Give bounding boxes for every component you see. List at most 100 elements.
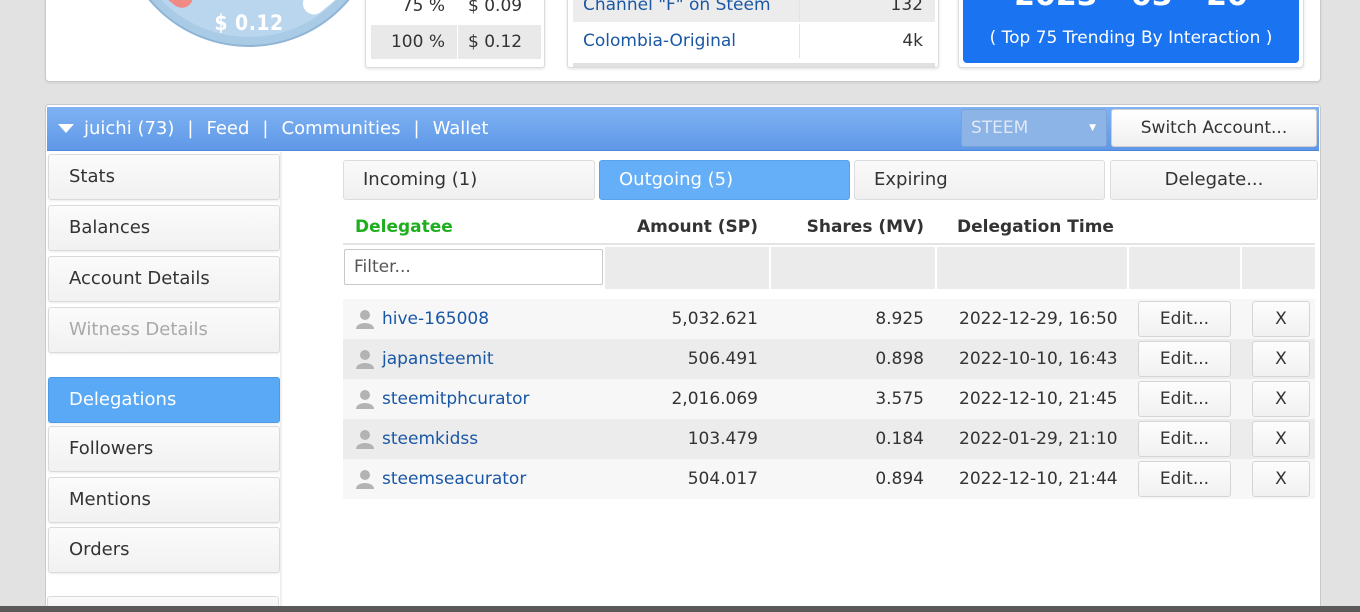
date-banner-inner[interactable]: 2023 - 03 - 20 ( Top 75 Trending By Inte… <box>963 0 1299 63</box>
edit-delegation-button[interactable]: Edit... <box>1138 421 1231 457</box>
delegation-amount: 506.491 <box>687 349 758 369</box>
nav-separator: | <box>187 118 194 139</box>
sidebar-item-orders[interactable]: Orders <box>48 527 280 573</box>
remove-delegation-button[interactable]: X <box>1252 381 1310 417</box>
sidebar-item-balances[interactable]: Balances <box>48 205 280 251</box>
table-row: hive-165008 5,032.621 8.925 2022-12-29, … <box>343 299 1315 339</box>
user-icon <box>356 390 374 409</box>
delegation-shares: 0.894 <box>875 469 924 489</box>
delegatee-link[interactable]: steemkidss <box>382 419 478 459</box>
user-icon <box>356 430 374 449</box>
table-row: steemkidss 103.479 0.184 2022-01-29, 21:… <box>343 419 1315 459</box>
filter-cell <box>1129 247 1240 289</box>
tab-expiring[interactable]: Expiring <box>854 160 1105 200</box>
date-banner-date: 2023 - 03 - 20 <box>963 0 1299 11</box>
sidebar-item-followers[interactable]: Followers <box>48 426 280 472</box>
bottom-edge <box>0 606 1360 612</box>
edit-delegation-button[interactable]: Edit... <box>1138 341 1231 377</box>
vote-amount: $ 0.09 <box>457 0 541 23</box>
communities-table: Channel "F" on Steem 132 Colombia-Origin… <box>567 0 939 68</box>
sidebar-item-stats[interactable]: Stats <box>48 154 280 200</box>
nav-separator: | <box>413 118 420 139</box>
column-header-shares[interactable]: Shares (MV) <box>769 209 935 243</box>
nav-communities[interactable]: Communities <box>282 118 401 139</box>
voting-value-gauge: $ 0.12 <box>118 0 380 47</box>
delegation-amount: 2,016.069 <box>671 389 758 409</box>
vote-amount: $ 0.12 <box>457 25 541 59</box>
switch-account-button[interactable]: Switch Account... <box>1111 109 1317 147</box>
column-header-amount[interactable]: Amount (SP) <box>605 209 769 243</box>
community-row: Channel "F" on Steem 132 <box>573 0 935 22</box>
sidebar-item-account-details[interactable]: Account Details <box>48 256 280 302</box>
delegatee-filter-input[interactable]: Filter... <box>344 249 603 285</box>
delegation-time: 2022-12-10, 21:45 <box>959 389 1118 409</box>
delegatee-link[interactable]: steemseacurator <box>382 459 526 499</box>
community-row: Colombia-Original 4k <box>573 24 935 58</box>
column-header-time[interactable]: Delegation Time <box>935 209 1127 243</box>
user-icon <box>356 470 374 489</box>
community-link[interactable]: Channel "F" on Steem <box>573 0 799 22</box>
chevron-down-icon: ▼ <box>1089 123 1096 133</box>
tab-outgoing[interactable]: Outgoing (5) <box>599 160 850 200</box>
vote-value-row: 75 % $ 0.09 <box>371 0 541 23</box>
remove-delegation-button[interactable]: X <box>1252 461 1310 497</box>
delegation-time: 2022-12-10, 21:44 <box>959 469 1118 489</box>
community-count: 132 <box>799 0 935 22</box>
currency-select[interactable]: STEEM ▼ <box>961 109 1107 147</box>
filter-cell <box>771 247 935 289</box>
edit-delegation-button[interactable]: Edit... <box>1138 301 1231 337</box>
table-row: steemseacurator 504.017 0.894 2022-12-10… <box>343 459 1315 499</box>
sidebar-item-witness-details: Witness Details <box>48 307 280 353</box>
table-row: japansteemit 506.491 0.898 2022-10-10, 1… <box>343 339 1315 379</box>
delegation-time: 2022-12-29, 16:50 <box>959 309 1118 329</box>
community-count: 4k <box>799 24 935 58</box>
currency-select-value: STEEM <box>971 118 1029 138</box>
tab-incoming[interactable]: Incoming (1) <box>343 160 595 200</box>
vote-percent: 75 % <box>401 0 445 16</box>
delegate-button[interactable]: Delegate... <box>1110 160 1318 200</box>
delegation-amount: 103.479 <box>687 429 758 449</box>
delegation-shares: 8.925 <box>875 309 924 329</box>
delegation-amount: 5,032.621 <box>671 309 758 329</box>
column-header-delegatee[interactable]: Delegatee <box>343 209 605 243</box>
sidebar-item-mentions[interactable]: Mentions <box>48 477 280 523</box>
filter-row: Filter... <box>343 247 1315 289</box>
date-banner-subtitle: ( Top 75 Trending By Interaction ) <box>989 28 1273 48</box>
filter-cell <box>1242 247 1315 289</box>
delegation-shares: 0.184 <box>875 429 924 449</box>
delegatee-link[interactable]: hive-165008 <box>382 299 489 339</box>
delegation-shares: 3.575 <box>875 389 924 409</box>
delegations-table-header: Delegatee Amount (SP) Shares (MV) Delega… <box>343 209 1315 245</box>
remove-delegation-button[interactable]: X <box>1252 301 1310 337</box>
delegation-shares: 0.898 <box>875 349 924 369</box>
nav-account[interactable]: juichi (73) <box>84 118 174 139</box>
remove-delegation-button[interactable]: X <box>1252 421 1310 457</box>
community-link[interactable]: Colombia-Original <box>573 24 799 58</box>
filter-cell <box>937 247 1127 289</box>
delegation-time: 2022-10-10, 16:43 <box>959 349 1118 369</box>
edit-delegation-button[interactable]: Edit... <box>1138 381 1231 417</box>
edit-delegation-button[interactable]: Edit... <box>1138 461 1231 497</box>
caret-down-icon[interactable] <box>58 124 74 133</box>
filter-cell <box>605 247 769 289</box>
nav-wallet[interactable]: Wallet <box>433 118 489 139</box>
nav-separator: | <box>262 118 269 139</box>
communities-scrollbar[interactable] <box>573 63 935 67</box>
remove-delegation-button[interactable]: X <box>1252 341 1310 377</box>
delegation-amount: 504.017 <box>687 469 758 489</box>
vote-percent: 100 % <box>390 32 445 52</box>
user-icon <box>356 310 374 329</box>
date-banner: 2023 - 03 - 20 ( Top 75 Trending By Inte… <box>958 0 1304 68</box>
account-navbar: juichi (73) | Feed | Communities | Walle… <box>47 107 1319 151</box>
delegatee-link[interactable]: steemitphcurator <box>382 379 530 419</box>
gauge-value: $ 0.12 <box>214 11 284 35</box>
user-icon <box>356 350 374 369</box>
vote-value-row: 100 % $ 0.12 <box>371 25 541 59</box>
wallet-panel: juichi (73) | Feed | Communities | Walle… <box>45 104 1321 612</box>
sidebar-item-delegations[interactable]: Delegations <box>48 377 280 423</box>
sidebar-rail <box>280 152 282 612</box>
delegatee-link[interactable]: japansteemit <box>382 339 494 379</box>
vote-value-table: 75 % $ 0.09 100 % $ 0.12 <box>365 0 545 68</box>
nav-feed[interactable]: Feed <box>206 118 249 139</box>
table-row: steemitphcurator 2,016.069 3.575 2022-12… <box>343 379 1315 419</box>
